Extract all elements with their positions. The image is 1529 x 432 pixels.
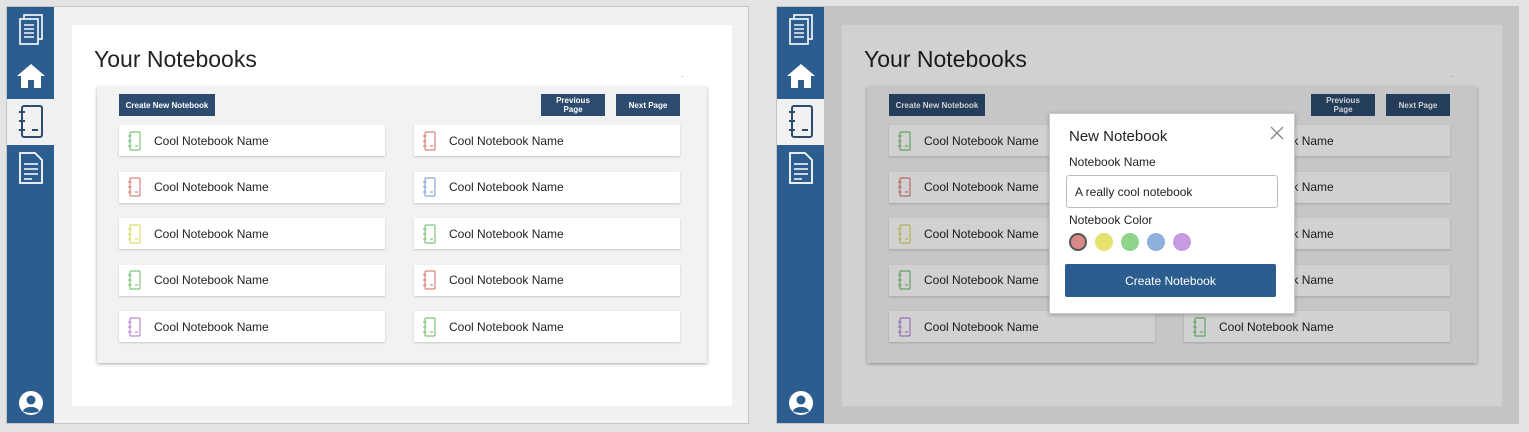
notebook-name: Cool Notebook Name xyxy=(154,226,269,241)
close-button[interactable] xyxy=(1268,124,1286,142)
color-swatch[interactable] xyxy=(1121,233,1139,251)
color-swatch[interactable] xyxy=(1069,233,1087,251)
color-swatch[interactable] xyxy=(1147,233,1165,251)
home-icon xyxy=(16,64,45,88)
notebook-name: Cool Notebook Name xyxy=(449,319,564,334)
notebook-icon xyxy=(423,270,436,290)
notebook-card[interactable]: Cool Notebook Name xyxy=(119,264,385,296)
sidebar-item-document[interactable] xyxy=(7,145,54,191)
sidebar xyxy=(7,7,54,423)
notebook-card[interactable]: Cool Notebook Name xyxy=(414,218,680,249)
notebook-name: Cool Notebook Name xyxy=(449,226,564,241)
notebook-icon xyxy=(18,105,43,138)
sidebar xyxy=(777,7,824,423)
notebook-icon xyxy=(423,177,436,197)
notebook-name: Cool Notebook Name xyxy=(154,319,269,334)
sidebar-item-document[interactable] xyxy=(777,145,824,191)
notebook-list-container: Create New Notebook Previous Page Next P… xyxy=(97,87,707,363)
close-icon xyxy=(1270,126,1284,140)
home-icon xyxy=(786,64,815,88)
notebook-name: Cool Notebook Name xyxy=(154,273,269,287)
notebook-name-input[interactable] xyxy=(1066,175,1278,208)
notebook-card[interactable]: Cool Notebook Name xyxy=(119,125,385,156)
user-account-button[interactable] xyxy=(7,385,54,421)
notebook-name: Cool Notebook Name xyxy=(154,180,269,194)
sidebar-item-home[interactable] xyxy=(7,53,54,99)
notebook-card[interactable]: Cool Notebook Name xyxy=(119,311,385,342)
notebook-name-label: Notebook Name xyxy=(1069,155,1156,169)
color-picker xyxy=(1069,233,1191,251)
dialog-title: New Notebook xyxy=(1069,128,1168,145)
notebook-color-label: Notebook Color xyxy=(1069,213,1153,227)
color-swatch[interactable] xyxy=(1173,233,1191,251)
document-icon xyxy=(18,152,43,184)
notebooks-panel: Your Notebooks . Create New Notebook Pre… xyxy=(72,25,732,406)
screen-notebook-list: Your Notebooks . Create New Notebook Pre… xyxy=(6,6,749,424)
notebook-icon xyxy=(128,223,141,244)
notebook-card[interactable]: Cool Notebook Name xyxy=(414,171,680,203)
create-notebook-button[interactable]: Create Notebook xyxy=(1065,264,1276,297)
notebook-name: Cool Notebook Name xyxy=(449,133,564,148)
notebook-icon xyxy=(788,105,813,138)
notebooks-stack-icon xyxy=(18,14,43,45)
sidebar-item-notebooks[interactable] xyxy=(777,7,824,53)
sidebar-item-notebook[interactable] xyxy=(7,99,54,145)
notebook-card[interactable]: Cool Notebook Name xyxy=(414,311,680,342)
notebook-name: Cool Notebook Name xyxy=(449,273,564,287)
create-new-notebook-button[interactable]: Create New Notebook xyxy=(119,94,215,116)
notebook-icon xyxy=(423,223,436,244)
notebook-icon xyxy=(128,270,141,290)
notebook-card[interactable]: Cool Notebook Name xyxy=(414,125,680,156)
notebook-icon xyxy=(423,316,436,337)
next-page-button[interactable]: Next Page xyxy=(616,94,680,116)
notebook-card[interactable]: Cool Notebook Name xyxy=(119,218,385,249)
screen-new-notebook-dialog: Your Notebooks . Create New Notebook Pre… xyxy=(776,6,1519,424)
user-account-icon xyxy=(18,391,43,415)
user-account-button[interactable] xyxy=(777,385,824,421)
notebook-card[interactable]: Cool Notebook Name xyxy=(414,264,680,296)
sidebar-item-notebooks[interactable] xyxy=(7,7,54,53)
corner-mark: . xyxy=(681,70,684,79)
notebook-name: Cool Notebook Name xyxy=(154,133,269,148)
color-swatch[interactable] xyxy=(1095,233,1113,251)
new-notebook-dialog: New Notebook Notebook Name Notebook Colo… xyxy=(1049,113,1295,314)
sidebar-item-home[interactable] xyxy=(777,53,824,99)
notebook-icon xyxy=(423,130,436,151)
notebook-icon xyxy=(128,316,141,337)
notebook-icon xyxy=(128,177,141,197)
notebook-name: Cool Notebook Name xyxy=(449,180,564,194)
notebook-card[interactable]: Cool Notebook Name xyxy=(119,171,385,203)
notebook-icon xyxy=(128,130,141,151)
page-title: Your Notebooks xyxy=(94,46,257,72)
user-account-icon xyxy=(788,391,813,415)
previous-page-button[interactable]: Previous Page xyxy=(541,94,605,116)
document-icon xyxy=(788,152,813,184)
notebooks-stack-icon xyxy=(788,14,813,45)
sidebar-item-notebook[interactable] xyxy=(777,99,824,145)
